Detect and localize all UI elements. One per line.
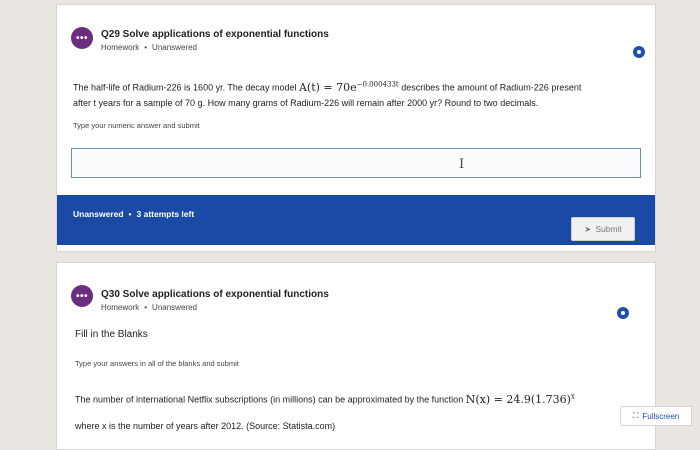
fill-blanks-instruction: Fill in the Blanks — [75, 329, 148, 340]
question-body-text-2: describes the amount of Radium-226 prese… — [398, 82, 582, 93]
answer-hint: Type your numeric answer and submit — [73, 121, 200, 130]
decay-model-formula: A(t) = 70e−0.000433t — [298, 80, 399, 94]
question-state-2: Unanswered — [152, 303, 197, 312]
question-body-text-5: where x is the number of years after 201… — [75, 421, 336, 431]
formula-base: A(t) = 70e — [298, 80, 357, 94]
question-category: Homework — [101, 43, 140, 52]
question-title: Q29 Solve applications of exponential fu… — [101, 29, 329, 40]
submit-label: Submit — [595, 224, 622, 234]
question-status-bar: Unanswered • 3 attempts left ➤ Submit — [57, 195, 655, 245]
netflix-function-formula: N(x) = 24.9(1.736)x — [465, 392, 575, 406]
formula-exponent: −0.000433t — [356, 80, 399, 88]
question-card-q30: ••• Q30 Solve applications of exponentia… — [56, 262, 656, 450]
status-label: Unanswered — [73, 209, 124, 219]
submit-button[interactable]: ➤ Submit — [571, 217, 635, 241]
fullscreen-icon: ⛶ — [632, 411, 639, 420]
question-body: The half-life of Radium-226 is 1600 yr. … — [73, 77, 643, 111]
send-icon: ➤ — [584, 223, 592, 234]
status-separator: • — [128, 209, 132, 219]
question-body-text: The half-life of Radium-226 is 1600 yr. … — [73, 82, 299, 93]
question-state: Unanswered — [152, 43, 197, 52]
text-cursor-icon: I — [459, 157, 465, 172]
question-meta: Homework • Unanswered — [101, 43, 197, 52]
question-meta-2: Homework • Unanswered — [101, 303, 197, 312]
meta-separator-2: • — [144, 303, 148, 312]
formula-exponent-2: x — [570, 392, 575, 400]
fullscreen-button[interactable]: ⛶ Fullscreen — [620, 406, 692, 426]
fullscreen-label: Fullscreen — [642, 411, 680, 421]
status-radio-icon-2[interactable] — [617, 307, 629, 319]
question-badge-icon-2: ••• — [71, 285, 93, 307]
attempts-status: Unanswered • 3 attempts left — [73, 209, 194, 219]
meta-separator: • — [144, 43, 148, 52]
question-title-2: Q30 Solve applications of exponential fu… — [101, 289, 329, 300]
question-card-q29: ••• Q29 Solve applications of exponentia… — [56, 4, 656, 252]
answer-input[interactable] — [71, 148, 641, 178]
question-category-2: Homework — [101, 303, 140, 312]
formula-base-2: N(x) = 24.9(1.736) — [465, 392, 571, 406]
question-badge-icon: ••• — [71, 27, 93, 49]
answer-hint-2: Type your answers in all of the blanks a… — [75, 359, 239, 368]
question-body-text-3: after t years for a sample of 70 g. How … — [73, 97, 539, 108]
attempts-left: 3 attempts left — [136, 209, 195, 219]
status-radio-icon[interactable] — [633, 46, 645, 58]
question-body-2: The number of international Netflix subs… — [75, 389, 645, 408]
question-body-text-4: The number of international Netflix subs… — [75, 394, 466, 405]
